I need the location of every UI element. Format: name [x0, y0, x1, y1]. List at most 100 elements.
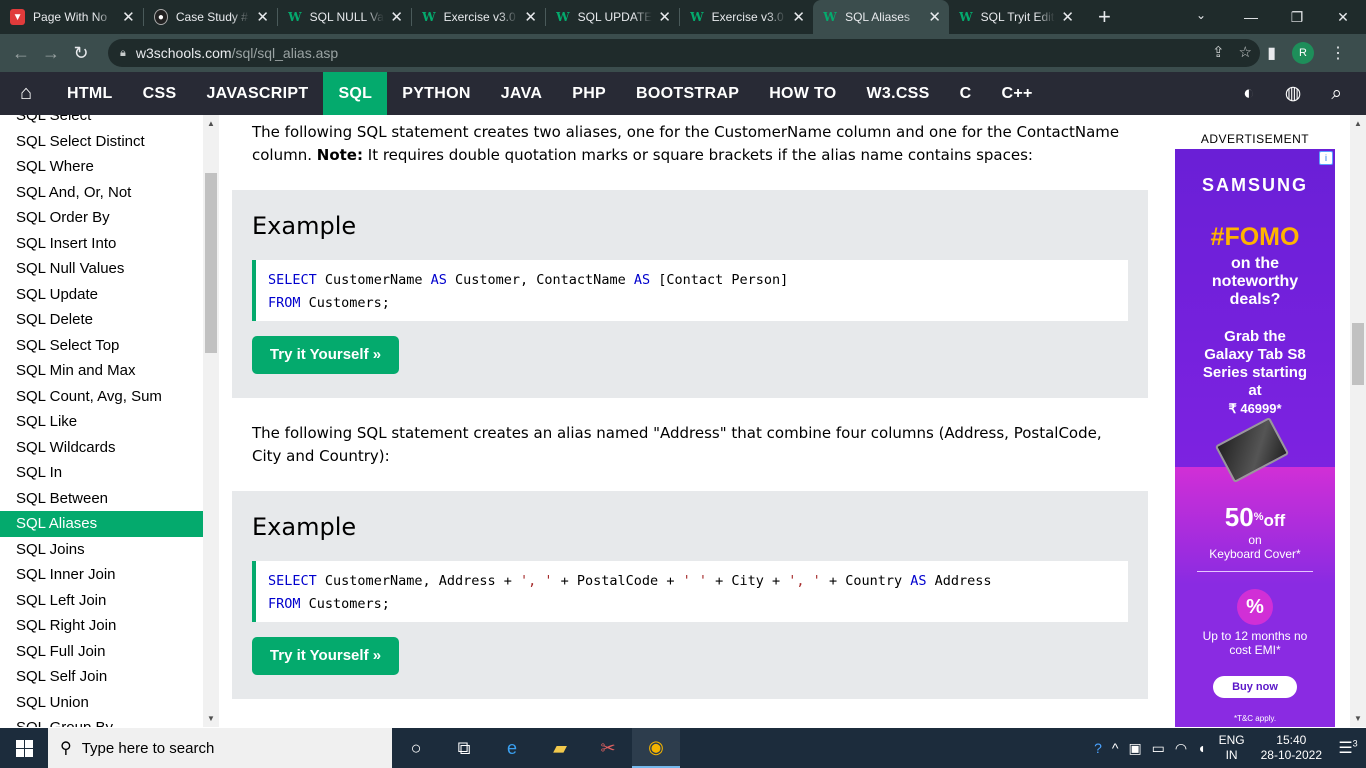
topnav-python[interactable]: PYTHON	[387, 72, 485, 115]
browser-tab[interactable]: W SQL NULL Val ✕	[278, 0, 411, 34]
volume-icon[interactable]: ◖	[1197, 740, 1205, 756]
sidebar-item[interactable]: SQL In	[0, 460, 203, 486]
cortana-icon[interactable]: ○	[392, 728, 440, 768]
topnav-bootstrap[interactable]: BOOTSTRAP	[621, 72, 754, 115]
browser-tab[interactable]: ▼ Page With No ✕	[0, 0, 143, 34]
sidebar-item[interactable]: SQL Min and Max	[0, 358, 203, 384]
sidebar-item[interactable]: SQL Union	[0, 690, 203, 716]
sidebar-item[interactable]: SQL Inner Join	[0, 562, 203, 588]
new-tab-icon[interactable]: +	[1098, 4, 1111, 30]
battery-icon[interactable]: ▭	[1152, 740, 1165, 757]
close-tab-icon[interactable]: ✕	[928, 8, 941, 26]
sidebar-item[interactable]: SQL Order By	[0, 205, 203, 231]
topnav-cpp[interactable]: C++	[987, 72, 1048, 115]
scroll-up-icon[interactable]: ▲	[1350, 119, 1366, 128]
sidebar-item[interactable]: SQL And, Or, Not	[0, 180, 203, 206]
sidebar-item[interactable]: SQL Select Top	[0, 333, 203, 359]
sidebar-item[interactable]: SQL Select	[0, 115, 203, 129]
sidebar-item[interactable]: SQL Self Join	[0, 664, 203, 690]
url-field[interactable]: 🔒︎ w3schools.com/sql/sql_alias.asp ⇪ ☆	[108, 39, 1260, 67]
sidebar-item-active[interactable]: SQL Aliases	[0, 511, 203, 537]
restore-icon[interactable]: ❐	[1274, 9, 1320, 26]
windows-start-icon[interactable]	[0, 728, 48, 768]
notification-center-icon[interactable]: ☰3	[1330, 738, 1366, 758]
topnav-css[interactable]: CSS	[128, 72, 192, 115]
sidebar-toggle-icon[interactable]: ▮	[1267, 43, 1276, 63]
browser-tab[interactable]: W SQL Tryit Edit ✕	[949, 0, 1082, 34]
contrast-toggle-icon[interactable]: ◐	[1243, 83, 1254, 105]
page-scrollbar[interactable]: ▲ ▼	[1350, 115, 1366, 727]
sidebar-item[interactable]: SQL Delete	[0, 307, 203, 333]
browser-tab[interactable]: ● Case Study # ✕	[144, 0, 277, 34]
menu-kebab-icon[interactable]: ⋮	[1330, 43, 1346, 63]
taskbar-search-box[interactable]: ⚲ Type here to search	[48, 728, 392, 768]
topnav-c[interactable]: C	[945, 72, 987, 115]
forward-icon[interactable]: →	[36, 43, 66, 64]
topnav-w3css[interactable]: W3.CSS	[851, 72, 944, 115]
browser-tab[interactable]: W Exercise v3.0 ✕	[412, 0, 545, 34]
tray-chevron-up-icon[interactable]: ^	[1112, 740, 1119, 756]
bookmark-star-icon[interactable]: ☆	[1239, 43, 1252, 61]
sidebar-item[interactable]: SQL Between	[0, 486, 203, 512]
close-tab-icon[interactable]: ✕	[256, 8, 269, 26]
close-window-icon[interactable]: ✕	[1320, 9, 1366, 26]
taskbar-clock[interactable]: 15:40 28-10-2022	[1261, 733, 1322, 763]
edge-browser-icon[interactable]: e	[488, 728, 536, 768]
sidebar-item[interactable]: SQL Count, Avg, Sum	[0, 384, 203, 410]
wifi-icon[interactable]: ◠	[1175, 740, 1187, 757]
try-it-yourself-button[interactable]: Try it Yourself »	[252, 336, 399, 374]
sidebar-scroll-thumb[interactable]	[205, 173, 217, 353]
back-icon[interactable]: ←	[6, 43, 36, 64]
sidebar-item[interactable]: SQL Group By	[0, 715, 203, 727]
topnav-java[interactable]: JAVA	[486, 72, 558, 115]
file-explorer-icon[interactable]: ▰	[536, 728, 584, 768]
browser-tab[interactable]: W Exercise v3.0 ✕	[680, 0, 813, 34]
topnav-howto[interactable]: HOW TO	[754, 72, 851, 115]
topnav-sql[interactable]: SQL	[323, 72, 388, 115]
language-indicator[interactable]: ENG IN	[1219, 733, 1245, 763]
close-tab-icon[interactable]: ✕	[390, 8, 403, 26]
reload-icon[interactable]: ↻	[66, 43, 96, 64]
ad-info-icon[interactable]: i	[1319, 151, 1333, 165]
close-tab-icon[interactable]: ✕	[1061, 8, 1074, 26]
snipping-tool-icon[interactable]: ✂	[584, 728, 632, 768]
close-tab-icon[interactable]: ✕	[122, 8, 135, 26]
sidebar-item[interactable]: SQL Wildcards	[0, 435, 203, 461]
buy-now-button[interactable]: Buy now	[1213, 676, 1297, 698]
browser-tab-active[interactable]: W SQL Aliases ✕	[813, 0, 949, 34]
sidebar-scrollbar[interactable]: ▲ ▼	[203, 115, 219, 727]
page-scroll-thumb[interactable]	[1352, 323, 1364, 385]
sidebar-item[interactable]: SQL Null Values	[0, 256, 203, 282]
close-tab-icon[interactable]: ✕	[658, 8, 671, 26]
minimize-icon[interactable]: —	[1228, 9, 1274, 25]
search-icon[interactable]: ⌕	[1331, 83, 1342, 105]
sidebar-item[interactable]: SQL Full Join	[0, 639, 203, 665]
sidebar-item[interactable]: SQL Joins	[0, 537, 203, 563]
profile-avatar[interactable]: R	[1292, 42, 1314, 64]
globe-icon[interactable]: ◍	[1285, 82, 1302, 105]
sidebar-item[interactable]: SQL Select Distinct	[0, 129, 203, 155]
task-view-icon[interactable]: ⧉	[440, 728, 488, 768]
defender-icon[interactable]: ▣	[1128, 740, 1141, 757]
scroll-down-icon[interactable]: ▼	[1350, 714, 1366, 723]
close-tab-icon[interactable]: ✕	[524, 8, 537, 26]
scroll-down-icon[interactable]: ▼	[203, 714, 219, 723]
sidebar-item[interactable]: SQL Where	[0, 154, 203, 180]
help-icon[interactable]: ?	[1094, 740, 1102, 756]
share-icon[interactable]: ⇪	[1212, 43, 1225, 61]
close-tab-icon[interactable]: ✕	[792, 8, 805, 26]
topnav-php[interactable]: PHP	[557, 72, 621, 115]
chrome-browser-icon[interactable]: ◉	[632, 728, 680, 768]
sidebar-item[interactable]: SQL Update	[0, 282, 203, 308]
topnav-html[interactable]: HTML	[52, 72, 128, 115]
home-icon[interactable]: ⌂	[0, 82, 52, 105]
sidebar-item[interactable]: SQL Right Join	[0, 613, 203, 639]
sidebar-item[interactable]: SQL Like	[0, 409, 203, 435]
topnav-javascript[interactable]: JAVASCRIPT	[191, 72, 323, 115]
tab-search-chevron-icon[interactable]: ⌄	[1196, 8, 1206, 22]
browser-tab[interactable]: W SQL UPDATE ✕	[546, 0, 679, 34]
sidebar-item[interactable]: SQL Left Join	[0, 588, 203, 614]
sidebar-item[interactable]: SQL Insert Into	[0, 231, 203, 257]
try-it-yourself-button[interactable]: Try it Yourself »	[252, 637, 399, 675]
samsung-ad-banner[interactable]: i SAMSUNG #FOMO on the noteworthy deals?…	[1175, 149, 1335, 727]
